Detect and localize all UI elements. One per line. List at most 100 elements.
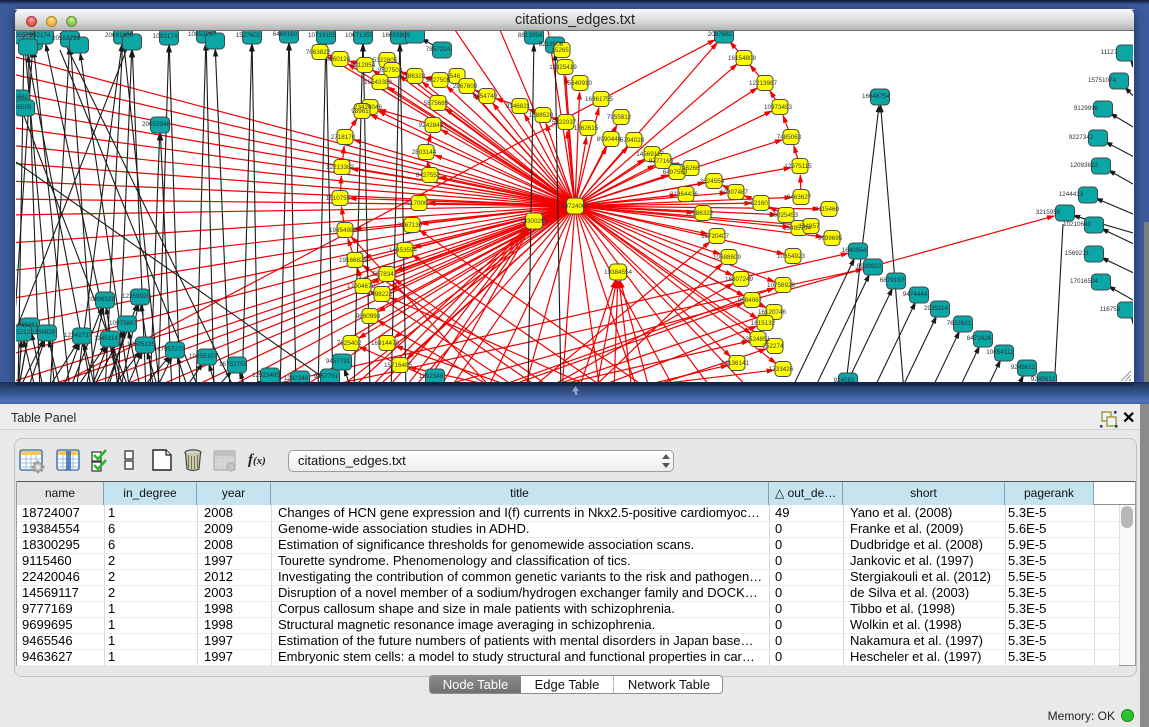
svg-text:7625402: 7625402	[337, 340, 362, 347]
svg-text:1145114: 1145114	[94, 335, 118, 342]
svg-text:11127: 11127	[1101, 49, 1118, 56]
svg-text:16914479: 16914479	[371, 340, 400, 347]
svg-text:2156829: 2156829	[31, 329, 56, 336]
svg-text:15640910: 15640910	[564, 80, 593, 87]
svg-text:12923485: 12923485	[252, 372, 281, 379]
svg-text:14136141: 14136141	[721, 360, 750, 367]
svg-text:9474444: 9474444	[903, 291, 928, 298]
svg-text:5875685: 5875685	[424, 100, 449, 107]
svg-text:9146821: 9146821	[506, 103, 531, 110]
svg-text:2867608: 2867608	[453, 83, 478, 90]
svg-text:7986322: 7986322	[689, 210, 714, 217]
svg-text:18807249: 18807249	[725, 276, 754, 283]
svg-text:134957: 134957	[798, 223, 820, 230]
svg-text:16543382: 16543382	[364, 79, 393, 86]
svg-text:992174: 992174	[29, 32, 51, 39]
svg-text:12505135: 12505135	[127, 341, 156, 348]
svg-text:12213382: 12213382	[326, 164, 355, 171]
svg-text:9457791: 9457791	[314, 373, 339, 380]
svg-text:10025453: 10025453	[770, 212, 799, 219]
svg-text:3215955: 3215955	[1036, 209, 1061, 216]
svg-text:9115460: 9115460	[815, 206, 840, 213]
svg-text:15716485: 15716485	[384, 362, 413, 369]
svg-text:1244413: 1244413	[1059, 191, 1084, 198]
svg-text:1615132: 1615132	[751, 320, 776, 327]
svg-text:7857224: 7857224	[426, 46, 451, 53]
svg-text:12359928: 12359928	[122, 293, 151, 300]
svg-text:12093822: 12093822	[1070, 162, 1099, 169]
svg-text:62160: 62160	[750, 200, 768, 207]
svg-text:10671355: 10671355	[345, 32, 374, 39]
svg-text:12213967: 12213967	[749, 80, 778, 87]
svg-text:9860124: 9860124	[326, 56, 351, 63]
svg-text:10719155: 10719155	[308, 32, 337, 39]
svg-text:8990448: 8990448	[597, 136, 622, 143]
svg-text:12975115: 12975115	[784, 163, 812, 170]
svg-text:17004678: 17004678	[347, 283, 376, 290]
svg-text:1292346: 1292346	[419, 373, 444, 380]
svg-text:16053809: 16053809	[382, 32, 411, 39]
svg-text:746266: 746266	[678, 165, 700, 172]
svg-text:19654985: 19654985	[329, 227, 358, 234]
svg-text:9457791: 9457791	[326, 358, 351, 365]
svg-text:19384554: 19384554	[604, 269, 633, 276]
svg-text:8427552: 8427552	[416, 172, 441, 179]
svg-text:3624554: 3624554	[700, 178, 725, 185]
svg-text:9245612: 9245612	[1011, 364, 1036, 371]
svg-text:9860993: 9860993	[356, 313, 381, 320]
svg-text:20206526: 20206526	[87, 296, 116, 303]
svg-text:18724007: 18724007	[561, 203, 590, 210]
svg-text:9463627: 9463627	[787, 194, 812, 201]
svg-text:10654923: 10654923	[777, 253, 806, 260]
svg-text:1292348: 1292348	[284, 375, 309, 382]
svg-text:8938923: 8938923	[857, 263, 882, 270]
svg-text:6466160: 6466160	[273, 31, 298, 38]
svg-text:20553713: 20553713	[52, 35, 81, 42]
svg-text:9242848: 9242848	[419, 122, 444, 129]
svg-text:16154808: 16154808	[728, 55, 757, 62]
svg-text:1588520: 1588520	[529, 112, 554, 119]
svg-text:9129996: 9129996	[1074, 105, 1099, 112]
svg-text:14569117: 14569117	[636, 151, 664, 158]
svg-text:3267130: 3267130	[398, 222, 423, 229]
svg-text:1093174: 1093174	[153, 33, 178, 40]
svg-text:16782759: 16782759	[219, 361, 248, 368]
svg-text:20053346: 20053346	[142, 121, 171, 128]
svg-text:10807487: 10807487	[720, 189, 749, 196]
svg-text:10973493: 10973493	[764, 104, 793, 111]
svg-text:9777169: 9777169	[649, 158, 674, 165]
svg-text:1527602: 1527602	[236, 32, 261, 39]
svg-text:417006: 417006	[406, 200, 428, 207]
svg-text:17957273: 17957273	[157, 346, 186, 353]
svg-text:8813054: 8813054	[518, 32, 543, 39]
svg-text:9227342: 9227342	[1069, 134, 1094, 141]
svg-text:6794028: 6794028	[620, 137, 645, 144]
svg-text:2087682: 2087682	[708, 31, 733, 38]
svg-text:15265: 15265	[551, 47, 569, 54]
svg-text:8186328: 8186328	[401, 73, 426, 80]
svg-text:10210643: 10210643	[1063, 221, 1092, 228]
svg-text:1640954: 1640954	[842, 247, 867, 254]
svg-text:9327505: 9327505	[426, 77, 451, 84]
svg-text:5578342: 5578342	[373, 271, 398, 278]
svg-text:21364436: 21364436	[670, 191, 699, 198]
svg-text:7955812: 7955812	[607, 114, 632, 121]
svg-text:1498222: 1498222	[368, 291, 393, 298]
svg-text:116753: 116753	[1100, 306, 1121, 313]
svg-text:1362615: 1362615	[574, 125, 599, 132]
svg-text:9084067: 9084067	[738, 297, 763, 304]
svg-text:1733426: 1733426	[769, 366, 794, 373]
svg-text:20691406: 20691406	[105, 32, 134, 39]
svg-text:16961755: 16961755	[585, 96, 614, 103]
svg-text:12342737: 12342737	[64, 332, 93, 339]
svg-text:546: 546	[450, 73, 461, 80]
svg-text:15751074: 15751074	[1088, 77, 1117, 84]
svg-text:19166825: 19166825	[339, 257, 368, 264]
svg-text:7663822: 7663822	[306, 49, 331, 56]
svg-text:2803144: 2803144	[412, 149, 437, 156]
svg-text:10688609: 10688609	[713, 254, 742, 261]
svg-text:2935114: 2935114	[924, 305, 949, 312]
svg-text:16648754: 16648754	[862, 93, 891, 100]
svg-text:10975887: 10975887	[109, 320, 138, 327]
svg-text:1610755: 1610755	[326, 195, 351, 202]
